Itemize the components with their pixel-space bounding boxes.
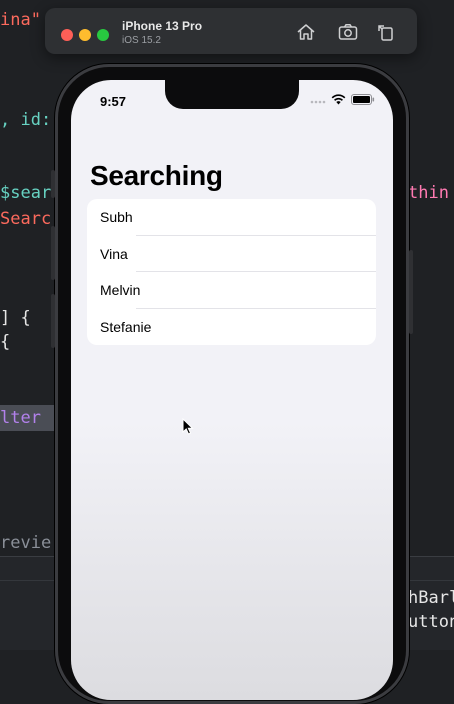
code-line: revie [0,533,52,553]
list-item[interactable]: Stefanie [87,309,376,346]
volume-down-button [51,294,55,348]
status-time: 9:57 [100,94,127,109]
list-item[interactable]: Subh [87,199,376,236]
volume-up-button [51,226,55,280]
code-line: lter [0,408,41,428]
device-screen: 9:57 Searching Subh Vina Melvin Stefanie [71,80,393,700]
code-line: { [0,332,11,352]
minimize-window-button[interactable] [79,29,91,41]
list-item-label: Stefanie [100,318,152,335]
list-item-label: Subh [100,209,133,225]
list-item-label: Vina [100,245,128,262]
screenshot-icon[interactable] [337,22,359,42]
names-list: Subh Vina Melvin Stefanie [87,199,376,345]
code-line: utton [408,612,454,632]
list-item[interactable]: Vina [87,236,376,272]
code-line: , id: [0,110,52,130]
device-name: iPhone 13 Pro [122,19,203,33]
code-line: hBarl [408,588,454,608]
rotate-icon[interactable] [375,22,397,42]
page-title: Searching [90,160,223,191]
battery-icon [351,92,375,110]
power-button [409,250,413,334]
code-line: $sear [0,183,52,203]
silent-switch [51,170,55,198]
home-icon[interactable] [295,22,317,42]
mouse-cursor-icon [182,417,194,440]
code-line: ] { [0,308,31,328]
os-version: iOS 15.2 [122,35,161,46]
zoom-window-button[interactable] [97,29,109,41]
simulator-toolbar: iPhone 13 Pro iOS 15.2 [45,8,417,54]
status-icons [310,92,375,110]
code-line: ina" [0,10,41,30]
list-item-label: Melvin [100,282,141,298]
code-line: Searc [0,209,52,229]
cellular-dots-icon [310,92,326,110]
close-window-button[interactable] [61,29,73,41]
wifi-icon [331,92,346,110]
code-line: thin [408,183,449,203]
list-item[interactable]: Melvin [87,272,376,309]
notch [165,80,299,109]
